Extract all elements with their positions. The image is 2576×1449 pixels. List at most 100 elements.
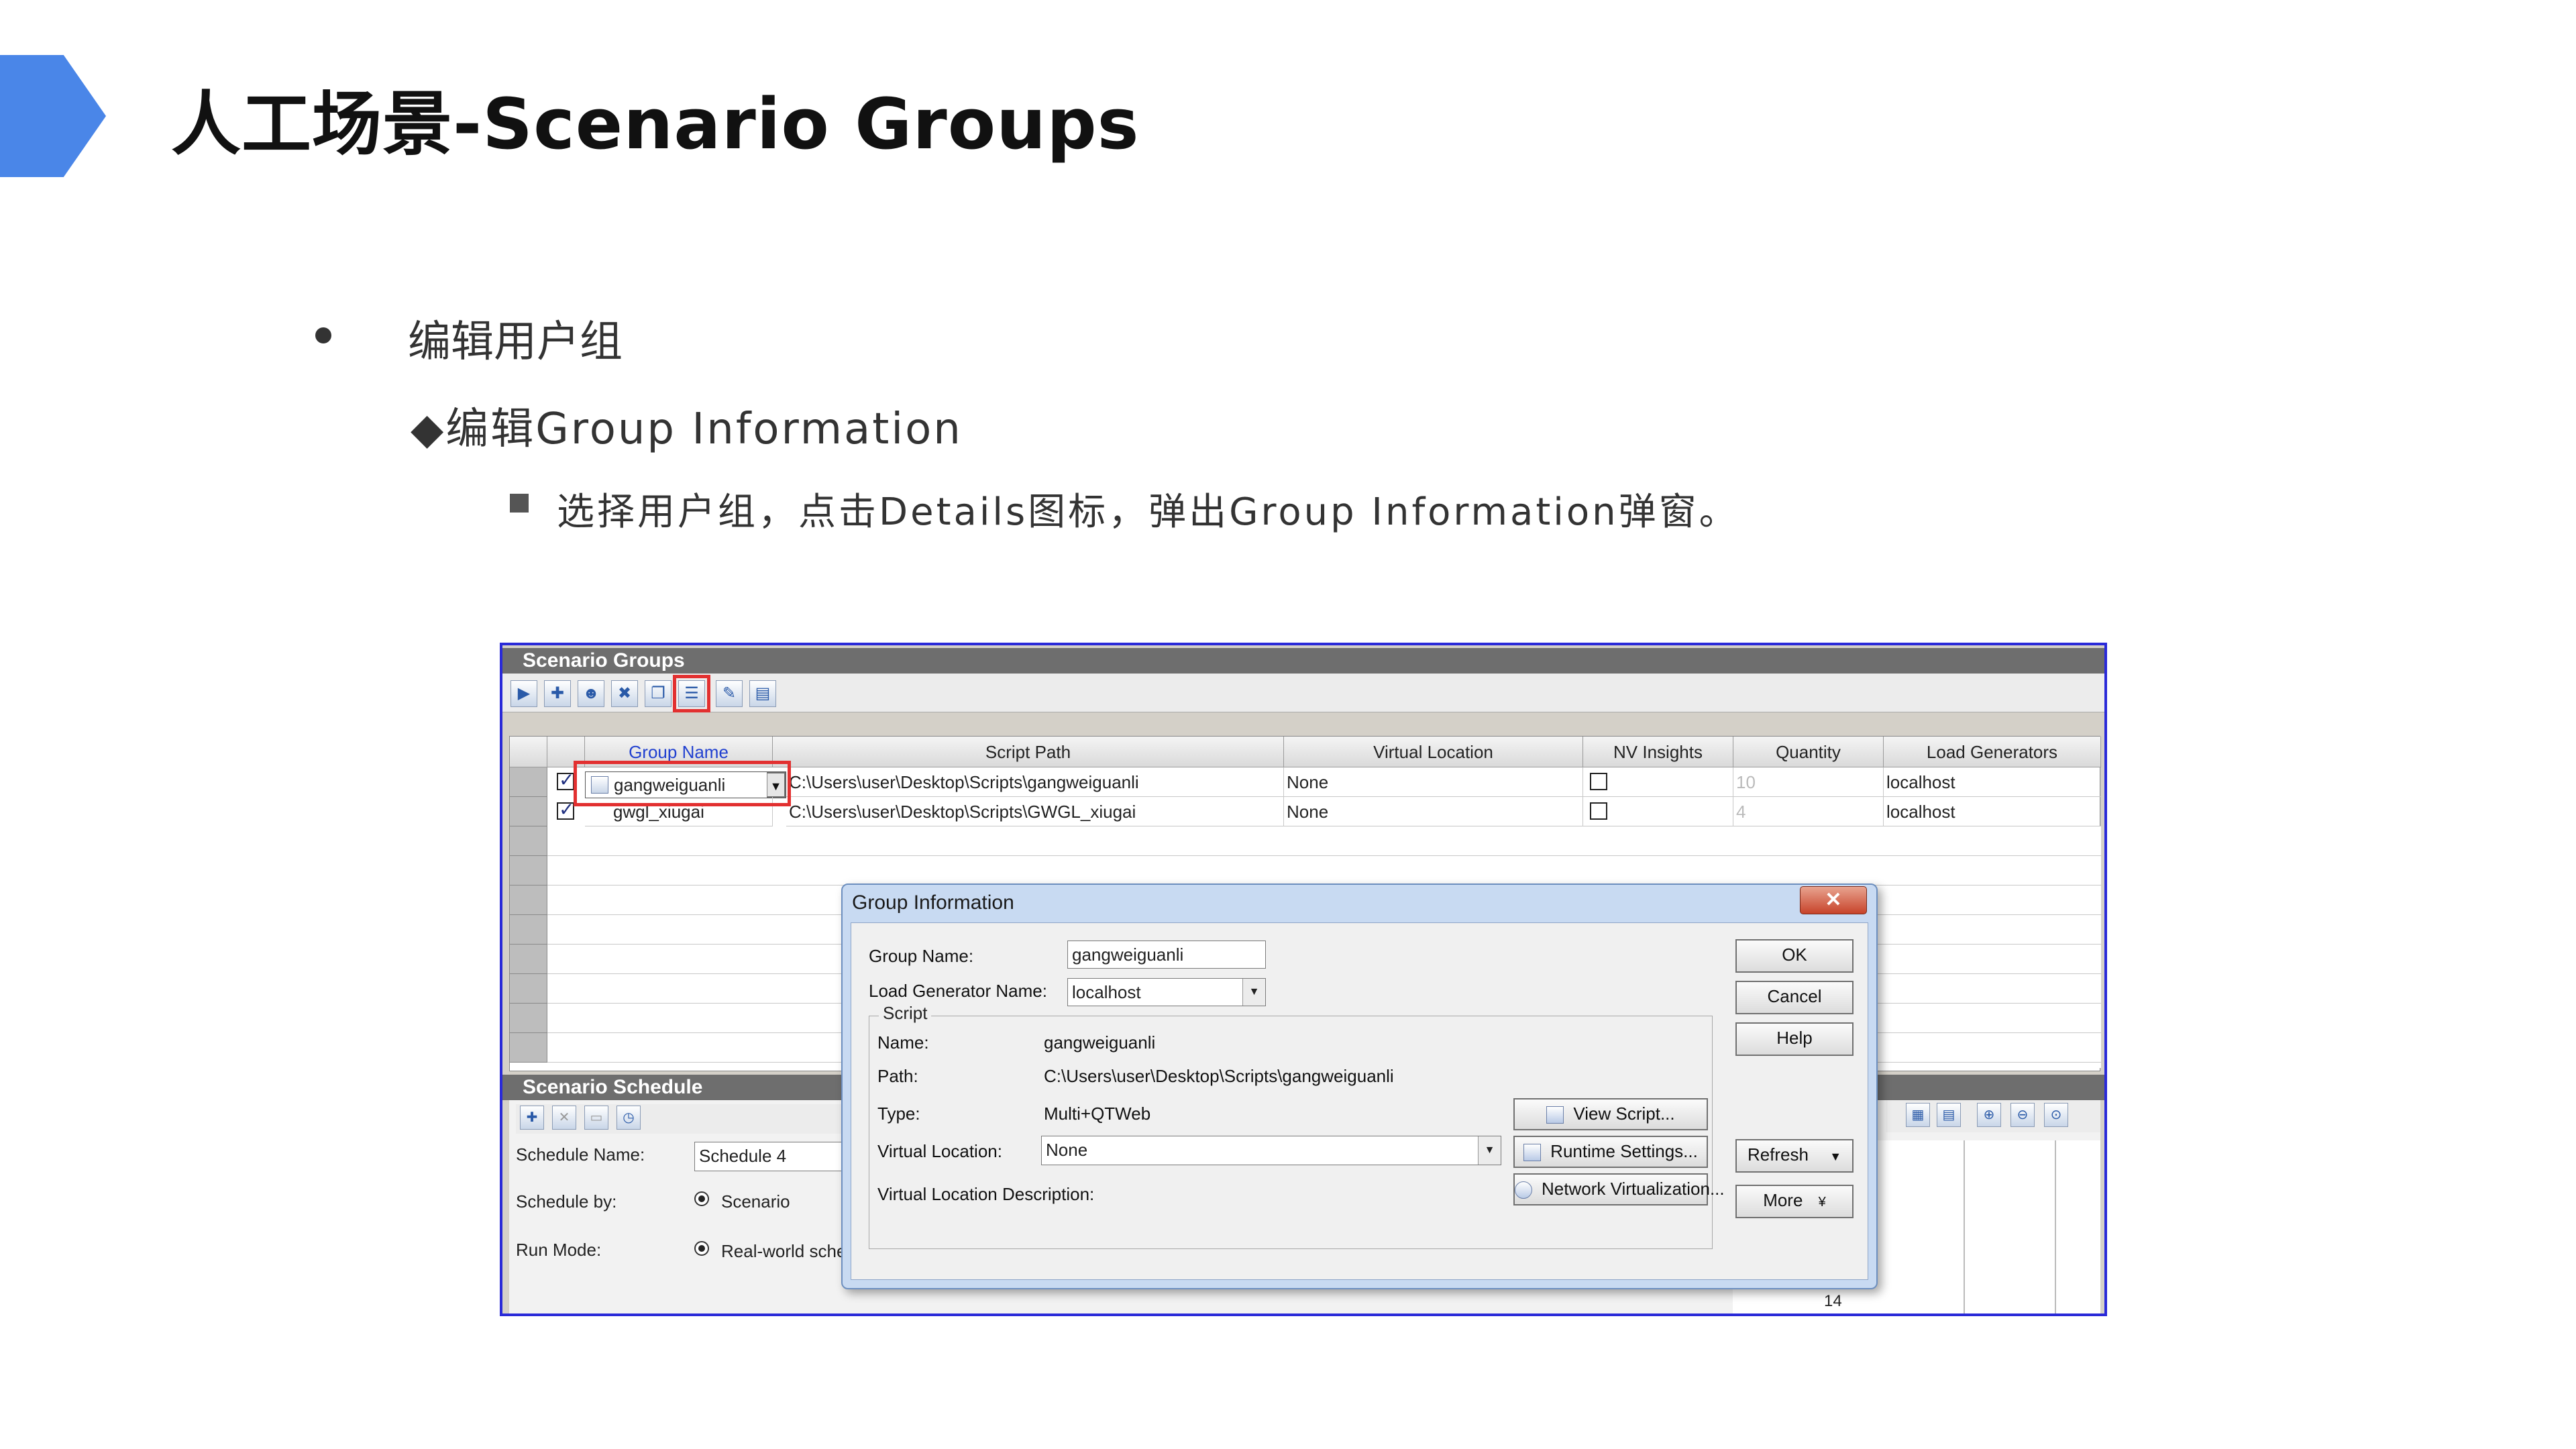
view-script-label: View Script... xyxy=(1573,1104,1675,1124)
column-header-load-generators[interactable]: Load Generators xyxy=(1884,737,2101,767)
help-button[interactable]: Help xyxy=(1735,1022,1854,1056)
schedule-name-label: Schedule Name: xyxy=(516,1144,645,1165)
schedule-clock-icon[interactable]: ◷ xyxy=(616,1106,641,1130)
bullet-dot-icon xyxy=(315,327,331,343)
schedule-by-value: Scenario xyxy=(721,1191,790,1212)
script-groupbox: Script Name: gangweiguanli Path: C:\User… xyxy=(869,1003,1725,1249)
bullet-level2-text: ◆编辑Group Information xyxy=(411,405,963,454)
network-virtualization-button[interactable]: Network Virtualization... xyxy=(1513,1173,1725,1205)
caret-down-icon: ▼ xyxy=(1829,1150,1842,1163)
scenario-groups-title: Scenario Groups xyxy=(502,648,2104,674)
refresh-button[interactable]: Refresh ▼ xyxy=(1735,1139,1854,1173)
script-path-cell: C:\Users\user\Desktop\Scripts\GWGL_xiuga… xyxy=(786,797,1284,826)
row-header[interactable] xyxy=(510,1004,547,1033)
remove-group-icon[interactable]: ✖ xyxy=(611,680,638,707)
script-type-label: Type: xyxy=(877,1104,920,1124)
virtual-location-label: Virtual Location: xyxy=(877,1141,1002,1161)
view-script-button[interactable]: View Script... xyxy=(1513,1098,1708,1130)
row-header[interactable] xyxy=(510,974,547,1004)
runtime-settings-button[interactable]: Runtime Settings... xyxy=(1513,1136,1708,1168)
grid-view-icon[interactable]: ▤ xyxy=(1937,1103,1961,1127)
view-script-icon xyxy=(1546,1106,1564,1124)
runtime-settings-icon xyxy=(1523,1144,1542,1162)
virtual-location-cell: None xyxy=(1284,767,1583,797)
virtual-location-value: None xyxy=(1046,1140,1088,1160)
column-header-virtual-location[interactable]: Virtual Location xyxy=(1284,737,1583,767)
run-mode-label: Run Mode: xyxy=(516,1240,602,1260)
dialog-body: Group Name: gangweiguanli Load Generator… xyxy=(851,922,1868,1280)
nv-insights-checkbox[interactable] xyxy=(1590,802,1607,820)
group-name-highlight xyxy=(574,761,791,806)
row-enable-checkbox[interactable] xyxy=(557,798,574,820)
run-mode-radio[interactable] xyxy=(694,1241,709,1256)
globe-icon xyxy=(1515,1181,1532,1199)
cancel-button[interactable]: Cancel xyxy=(1735,981,1854,1014)
delete-schedule-icon[interactable]: ✕ xyxy=(552,1106,576,1130)
row-header[interactable] xyxy=(510,856,547,885)
column-header-quantity[interactable]: Quantity xyxy=(1733,737,1884,767)
nv-insights-cell xyxy=(1583,797,1733,826)
row-header[interactable] xyxy=(510,826,547,856)
load-generator-label: Load Generator Name: xyxy=(869,981,1047,1001)
schedule-by-label: Schedule by: xyxy=(516,1191,617,1212)
schedule-by-scenario-radio[interactable] xyxy=(694,1191,709,1206)
add-group-icon[interactable]: ✚ xyxy=(544,680,571,707)
row-header[interactable] xyxy=(510,1033,547,1063)
play-icon[interactable]: ▶ xyxy=(511,680,537,707)
refresh-label: Refresh xyxy=(1747,1144,1809,1165)
chevron-down-icon[interactable]: ▼ xyxy=(1242,979,1265,1006)
row-header[interactable] xyxy=(510,767,547,797)
bullet-square-icon xyxy=(510,494,529,513)
add-users-icon[interactable]: ☻ xyxy=(578,680,604,707)
details-icon[interactable]: ☰ xyxy=(673,675,710,712)
bullet-level3-text: 选择用户组，点击Details图标，弹出Group Information弹窗。 xyxy=(557,490,1739,534)
graph-toolbar: ▦ ▤ ⊕ ⊖ ⊙ xyxy=(1886,1100,2100,1132)
row-enable-checkbox[interactable] xyxy=(557,769,574,791)
row-header[interactable] xyxy=(510,885,547,915)
rename-schedule-icon[interactable]: ▭ xyxy=(584,1106,608,1130)
more-label: More xyxy=(1763,1190,1803,1210)
copy-icon[interactable]: ❐ xyxy=(645,680,672,707)
nv-insights-cell xyxy=(1583,767,1733,797)
schedule-graph-value: 14 xyxy=(1824,1292,1842,1310)
schedule-toolbar: ✚ ✕ ▭ ◷ xyxy=(516,1104,851,1134)
column-header-nv-insights[interactable]: NV Insights xyxy=(1583,737,1733,767)
chevron-down-icon[interactable]: ▼ xyxy=(1478,1136,1501,1165)
summary-icon[interactable]: ▤ xyxy=(749,680,776,707)
load-generator-value: localhost xyxy=(1072,982,1141,1002)
network-virtualization-label: Network Virtualization... xyxy=(1542,1179,1725,1199)
dialog-title: Group Information xyxy=(852,892,1014,914)
row-header[interactable] xyxy=(510,945,547,974)
script-path-label: Path: xyxy=(877,1066,918,1086)
column-header-script-path[interactable]: Script Path xyxy=(773,737,1284,767)
virtual-location-select[interactable]: None ▼ xyxy=(1041,1136,1501,1165)
graph-view-icon[interactable]: ▦ xyxy=(1906,1103,1930,1127)
group-name-label: Group Name: xyxy=(869,946,974,966)
group-name-input[interactable]: gangweiguanli xyxy=(1067,941,1266,969)
ok-button[interactable]: OK xyxy=(1735,939,1854,973)
close-icon[interactable]: ✕ xyxy=(1800,886,1867,914)
accent-arrow-shape xyxy=(0,55,106,177)
zoom-in-icon[interactable]: ⊕ xyxy=(1977,1103,2001,1127)
new-schedule-icon[interactable]: ✚ xyxy=(520,1106,544,1130)
load-generators-cell: localhost xyxy=(1884,797,2101,826)
zoom-reset-icon[interactable]: ⊙ xyxy=(2044,1103,2068,1127)
more-button[interactable]: More ¥ xyxy=(1735,1185,1854,1218)
double-chevron-down-icon: ¥ xyxy=(1818,1195,1826,1210)
group-information-dialog: Group Information ✕ Group Name: gangweig… xyxy=(841,883,1878,1289)
scenario-groups-toolbar: ▶ ✚ ☻ ✖ ❐ ☰ ✎ ▤ xyxy=(502,674,2104,712)
edit-script-icon[interactable]: ✎ xyxy=(716,680,743,707)
row-header[interactable] xyxy=(510,797,547,826)
script-name-label: Name: xyxy=(877,1032,929,1053)
schedule-name-field[interactable]: Schedule 4 xyxy=(694,1142,849,1171)
run-mode-value: Real-world sche xyxy=(721,1241,847,1261)
vl-description-label: Virtual Location Description: xyxy=(877,1184,1095,1204)
row-header[interactable] xyxy=(510,915,547,945)
script-legend: Script xyxy=(879,1003,932,1024)
load-generator-select[interactable]: localhost ▼ xyxy=(1067,978,1266,1006)
nv-insights-checkbox[interactable] xyxy=(1590,773,1607,790)
grid-corner xyxy=(510,737,547,767)
load-generators-cell: localhost xyxy=(1884,767,2101,797)
controller-screenshot: Scenario Groups ▶ ✚ ☻ ✖ ❐ ☰ ✎ ▤ Group Na… xyxy=(500,643,2107,1316)
zoom-out-icon[interactable]: ⊖ xyxy=(2010,1103,2035,1127)
